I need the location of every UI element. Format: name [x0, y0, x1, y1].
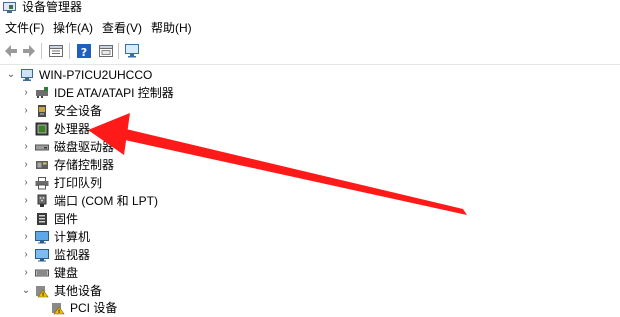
port-icon — [37, 194, 47, 207]
tree-item-other-devices[interactable]: ⌄ 其他设备 — [20, 282, 220, 300]
security-device-icon — [38, 105, 46, 117]
tree-item-print-queues[interactable]: › 打印队列 — [20, 174, 220, 192]
tree-item-label: 处理器 — [54, 122, 91, 136]
other-devices-icon — [36, 286, 49, 298]
toolbar-separator — [41, 43, 42, 59]
device-tree: ⌄ WIN-P7ICU2UHCCO › IDE ATA/ATAPI 控制器 › … — [0, 64, 620, 315]
tree-item-pci-device[interactable]: PCI 设备 — [36, 299, 236, 317]
menu-help[interactable]: 帮助(H) — [151, 21, 192, 35]
chevron-down-icon[interactable]: ⌄ — [20, 282, 32, 300]
tree-item-label: 监视器 — [54, 248, 91, 262]
toolbar-separator — [69, 43, 70, 59]
tree-item-processors[interactable]: › 处理器 — [20, 120, 220, 138]
back-arrow-icon[interactable] — [2, 42, 20, 60]
tree-item-disk-drives[interactable]: › 磁盘驱动器 — [20, 138, 220, 156]
toolbar: ? — [0, 39, 620, 65]
chevron-right-icon[interactable]: › — [20, 120, 32, 138]
properties-grid-icon[interactable] — [47, 42, 65, 60]
help-icon[interactable]: ? — [75, 42, 93, 60]
tree-item-ide[interactable]: › IDE ATA/ATAPI 控制器 — [20, 84, 240, 102]
tree-item-label: PCI 设备 — [70, 301, 118, 315]
tree-item-label: 端口 (COM 和 LPT) — [54, 194, 158, 208]
computer-icon — [21, 69, 33, 81]
chevron-right-icon[interactable]: › — [20, 264, 32, 282]
menu-view[interactable]: 查看(V) — [102, 21, 142, 35]
tree-item-label: 固件 — [54, 212, 79, 226]
tree-item-label: 存储控制器 — [54, 158, 115, 172]
toolbar-separator — [118, 43, 119, 59]
tree-item-firmware[interactable]: › 固件 — [20, 210, 220, 228]
tree-item-label: 磁盘驱动器 — [54, 140, 115, 154]
tree-item-security[interactable]: › 安全设备 — [20, 102, 220, 120]
tree-item-monitors[interactable]: › 监视器 — [20, 246, 220, 264]
svg-text:?: ? — [81, 46, 87, 59]
tree-item-label: 键盘 — [54, 266, 79, 280]
chevron-right-icon[interactable]: › — [20, 246, 32, 264]
tree-item-keyboards[interactable]: › 键盘 — [20, 264, 220, 282]
menu-action[interactable]: 操作(A) — [53, 21, 93, 35]
firmware-icon — [37, 213, 47, 225]
monitor-icon — [35, 249, 49, 262]
tree-item-label: IDE ATA/ATAPI 控制器 — [54, 86, 174, 100]
tree-item-label: 安全设备 — [54, 104, 103, 118]
unknown-device-warning-icon — [52, 303, 65, 315]
chevron-down-icon[interactable]: ⌄ — [5, 66, 17, 84]
scan-hardware-icon[interactable] — [123, 42, 141, 60]
menu-bar: 文件(F) 操作(A) 查看(V) 帮助(H) — [0, 17, 620, 39]
computer-icon — [35, 231, 49, 244]
chevron-right-icon[interactable]: › — [20, 210, 32, 228]
printer-icon — [35, 177, 49, 190]
chevron-right-icon[interactable]: › — [20, 156, 32, 174]
update-driver-icon[interactable] — [97, 42, 115, 60]
tree-item-label: 其他设备 — [54, 284, 103, 298]
chevron-right-icon[interactable]: › — [20, 228, 32, 246]
tree-item-storage-controllers[interactable]: › 存储控制器 — [20, 156, 220, 174]
device-manager-icon — [3, 2, 16, 13]
ide-controller-icon — [36, 87, 48, 98]
disk-drive-icon — [35, 144, 49, 151]
chevron-right-icon[interactable]: › — [20, 102, 32, 120]
window-title: 设备管理器 — [22, 0, 83, 14]
chevron-right-icon[interactable]: › — [20, 138, 32, 156]
chevron-right-icon[interactable]: › — [20, 84, 32, 102]
keyboard-icon — [35, 269, 49, 277]
forward-arrow-icon[interactable] — [20, 42, 38, 60]
title-bar: 设备管理器 — [0, 0, 620, 17]
tree-root[interactable]: ⌄ WIN-P7ICU2UHCCO — [5, 66, 205, 84]
chevron-right-icon[interactable]: › — [20, 174, 32, 192]
tree-item-computer[interactable]: › 计算机 — [20, 228, 220, 246]
tree-item-label: 计算机 — [54, 230, 91, 244]
tree-item-label: 打印队列 — [54, 176, 103, 190]
menu-file[interactable]: 文件(F) — [5, 21, 44, 35]
chevron-right-icon[interactable]: › — [20, 192, 32, 210]
tree-root-label: WIN-P7ICU2UHCCO — [37, 66, 155, 84]
tree-item-ports[interactable]: › 端口 (COM 和 LPT) — [20, 192, 240, 210]
processor-icon — [35, 122, 49, 136]
storage-controller-icon — [36, 161, 48, 169]
